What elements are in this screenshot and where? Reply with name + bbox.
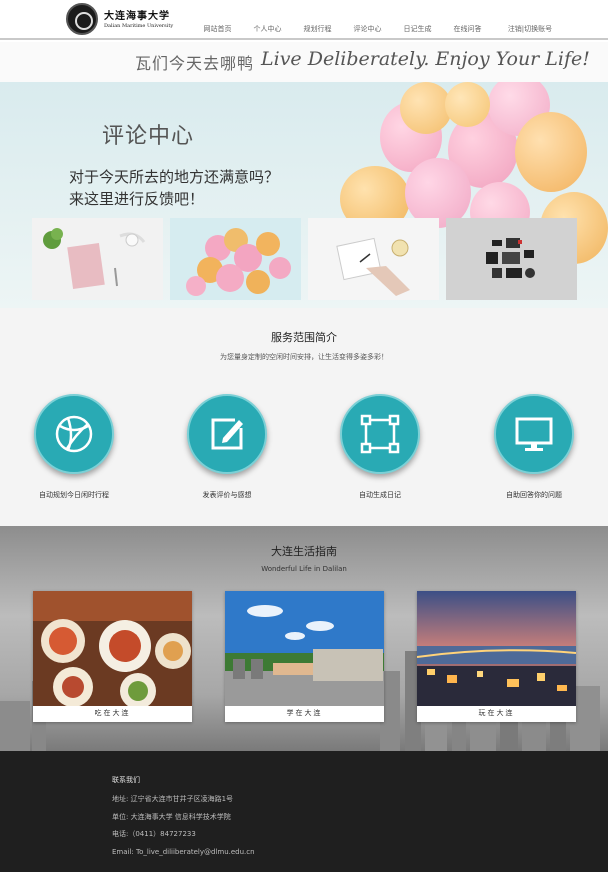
hero-subtitle-line-2: 来这里进行反馈吧！ bbox=[69, 190, 205, 208]
nav-item-qa[interactable]: 在线问答 bbox=[445, 24, 490, 36]
logo-chinese-name: 大连海事大学 bbox=[104, 11, 170, 22]
slogan-english: Live Deliberately. Enjoy Your Life! bbox=[261, 48, 590, 70]
slogan-banner: 瓦们今天去哪鸭 Live Deliberately. Enjoy Your Li… bbox=[0, 42, 608, 82]
balloon-decoration bbox=[445, 82, 490, 127]
nav-item-home[interactable]: 网站首页 bbox=[195, 24, 240, 36]
edit-icon bbox=[211, 418, 243, 450]
top-navigation-bar: 大连海事大学 Dalian Maritime University 网站首页 个… bbox=[0, 0, 608, 40]
guide-card-label: 吃在大连 bbox=[94, 709, 131, 717]
gadgets-image bbox=[446, 218, 577, 300]
services-title: 服务范围简介 bbox=[271, 331, 337, 344]
thumbnail-notebook[interactable] bbox=[32, 218, 163, 300]
balloons-image bbox=[170, 218, 301, 300]
nav-item-logout[interactable]: 注销|切换账号 bbox=[495, 24, 565, 36]
nav-item-plan-trip[interactable]: 规划行程 bbox=[295, 24, 340, 36]
night-city-image bbox=[417, 591, 576, 706]
footer: 联系我们 地址: 辽宁省大连市甘井子区凌海路1号 单位: 大连海事大学 信息科学… bbox=[0, 751, 608, 872]
services-section: 服务范围简介 为您量身定制的空闲时间安排，让生活变得多姿多彩！ 自动规划今日闲时… bbox=[0, 308, 608, 526]
service-label: 自助回答你的问题 bbox=[506, 491, 562, 499]
hero-subtitle-line-1: 对于今天所去的地方还满意吗？ bbox=[69, 168, 280, 186]
campus-image bbox=[225, 591, 384, 706]
logo-english-name: Dalian Maritime University bbox=[104, 23, 174, 29]
service-label: 自动规划今日闲时行程 bbox=[39, 491, 109, 499]
guide-title: 大连生活指南 bbox=[271, 545, 337, 558]
frame-icon bbox=[360, 414, 400, 454]
footer-heading: 联系我们 bbox=[112, 776, 140, 784]
service-label: 自动生成日记 bbox=[359, 491, 401, 499]
guide-card-play[interactable]: 玩在大连 bbox=[417, 591, 576, 722]
life-guide-section: 大连生活指南 Wonderful Life in Dalilan 吃在大连 学在… bbox=[0, 526, 608, 751]
hero-title: 评论中心 bbox=[102, 124, 195, 149]
food-image bbox=[33, 591, 192, 706]
service-circle bbox=[34, 394, 114, 474]
notebook-image bbox=[32, 218, 163, 300]
guide-subtitle: Wonderful Life in Dalilan bbox=[261, 565, 347, 573]
hero-subtitle: 对于今天所去的地方还满意吗？ 来这里进行反馈吧！ bbox=[69, 166, 279, 210]
monitor-icon bbox=[515, 417, 553, 451]
university-logo[interactable]: 大连海事大学 Dalian Maritime University bbox=[66, 3, 173, 35]
service-circle bbox=[494, 394, 574, 474]
nav-item-reviews[interactable]: 评论中心 bbox=[345, 24, 390, 36]
guide-card-study[interactable]: 学在大连 bbox=[225, 591, 384, 722]
thumbnail-writing[interactable] bbox=[308, 218, 439, 300]
guide-card-food[interactable]: 吃在大连 bbox=[33, 591, 192, 722]
footer-phone: 电话:（0411）84727233 bbox=[112, 830, 196, 838]
guide-card-label: 玩在大连 bbox=[478, 709, 515, 717]
slogan-chinese: 瓦们今天去哪鸭 bbox=[135, 54, 255, 73]
main-nav: 网站首页 个人中心 规划行程 评论中心 日记生成 在线问答 注销|切换账号 bbox=[195, 24, 608, 36]
thumbnail-gadgets[interactable] bbox=[446, 218, 577, 300]
nav-item-diary[interactable]: 日记生成 bbox=[395, 24, 440, 36]
footer-unit: 单位: 大连海事大学 信息科学技术学院 bbox=[112, 813, 231, 821]
service-circle bbox=[340, 394, 420, 474]
footer-email[interactable]: Email: To_live_diliiberately@dlmu.edu.cn bbox=[112, 848, 255, 856]
university-seal-icon bbox=[66, 3, 98, 35]
guide-card-label: 学在大连 bbox=[286, 709, 323, 717]
footer-address: 地址: 辽宁省大连市甘井子区凌海路1号 bbox=[112, 795, 234, 803]
basketball-icon bbox=[55, 415, 93, 453]
hero-banner: 评论中心 对于今天所去的地方还满意吗？ 来这里进行反馈吧！ bbox=[0, 82, 608, 308]
nav-item-personal[interactable]: 个人中心 bbox=[245, 24, 290, 36]
balloon-decoration bbox=[400, 82, 452, 134]
service-label: 发表评价与感想 bbox=[202, 491, 252, 499]
services-subtitle: 为您量身定制的空闲时间安排，让生活变得多姿多彩！ bbox=[220, 353, 388, 361]
thumbnail-balloons[interactable] bbox=[170, 218, 301, 300]
balloon-decoration bbox=[515, 112, 587, 192]
writing-image bbox=[308, 218, 439, 300]
service-circle bbox=[187, 394, 267, 474]
